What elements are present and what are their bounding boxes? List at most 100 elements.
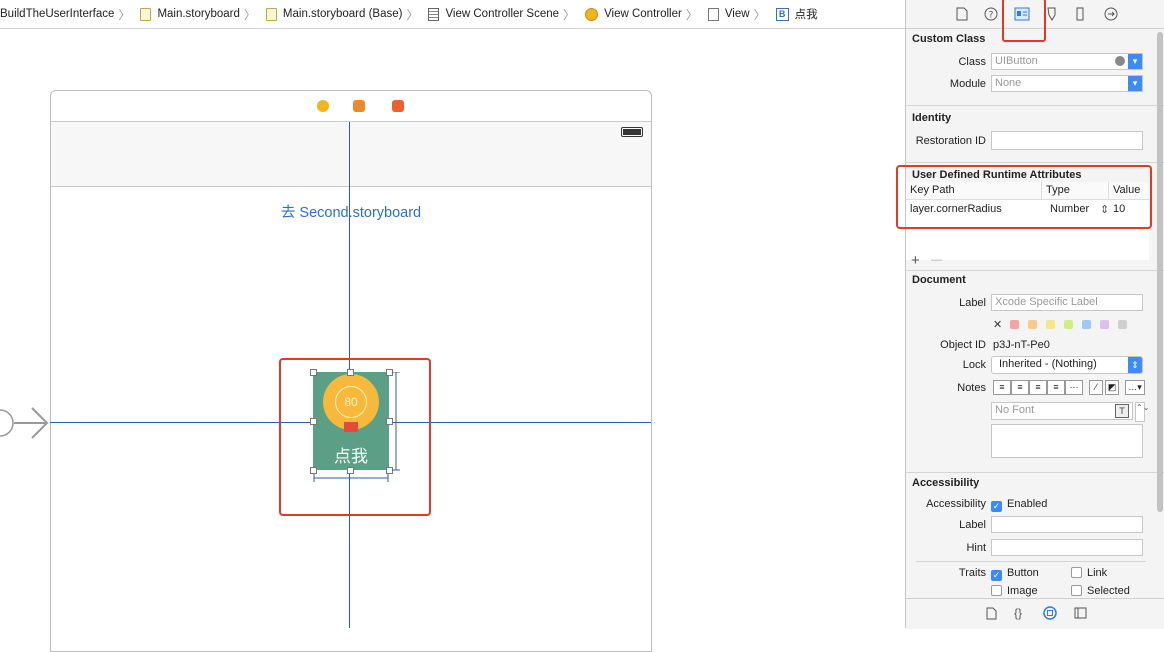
document-label-field[interactable]: Xcode Specific Label	[991, 294, 1143, 311]
checkbox-icon	[1071, 585, 1082, 596]
accessibility-hint-label: Hint	[966, 542, 986, 554]
class-combo-box[interactable]: UIButton ▾	[991, 53, 1143, 70]
module-label: Module	[949, 78, 986, 90]
enabled-label: Enabled	[1007, 498, 1048, 510]
green-label-swatch[interactable]	[1064, 320, 1073, 329]
red-label-swatch[interactable]	[1010, 320, 1019, 329]
breadcrumb-item-project[interactable]: BuildTheUserInterface 〉	[0, 6, 136, 23]
blue-label-swatch[interactable]	[1082, 320, 1091, 329]
align-justify-icon[interactable]: ≡	[1047, 380, 1065, 395]
storyboard-file-icon	[140, 7, 152, 21]
traits-label: Traits	[958, 567, 986, 579]
breadcrumb-label: View	[724, 8, 750, 20]
checkbox-icon	[1071, 567, 1082, 578]
checkmark-icon: ✓	[991, 570, 1002, 581]
second-storyboard-button[interactable]: 去 Second.storyboard	[51, 201, 651, 222]
scene-dock	[51, 91, 651, 122]
add-attribute-button[interactable]: +	[911, 252, 920, 269]
font-field[interactable]: No Font T	[991, 402, 1133, 420]
trait-label: Link	[1087, 567, 1108, 579]
lock-popup[interactable]: Inherited - (Nothing) ⇕	[991, 356, 1143, 374]
first-responder-icon[interactable]	[353, 100, 365, 112]
color-picker-icon[interactable]: ◩	[1105, 380, 1119, 395]
no-color-icon[interactable]: ⁄	[1089, 380, 1103, 395]
class-placeholder: UIButton	[995, 55, 1038, 67]
breadcrumb-label: 点我	[794, 9, 818, 21]
remove-attribute-button[interactable]: —	[931, 254, 942, 266]
breadcrumb-item-storyboard-base[interactable]: Main.storyboard (Base) 〉	[265, 6, 425, 23]
class-label: Class	[958, 56, 986, 68]
section-divider	[916, 561, 1146, 562]
yellow-label-swatch[interactable]	[1046, 320, 1055, 329]
align-right-icon[interactable]: ≡	[1029, 380, 1047, 395]
breadcrumb-item-scene[interactable]: View Controller Scene 〉	[428, 6, 581, 23]
trait-button-checkbox[interactable]: ✓ Button	[991, 567, 1039, 581]
chevron-right-icon: 〉	[118, 7, 131, 22]
gray-label-swatch[interactable]	[1118, 320, 1127, 329]
purple-label-swatch[interactable]	[1100, 320, 1109, 329]
accessibility-label-label: Label	[959, 519, 986, 531]
breadcrumb-label: Main.storyboard (Base)	[282, 8, 403, 20]
status-bar-area	[51, 122, 651, 187]
more-options-icon[interactable]: …▾	[1125, 380, 1145, 395]
object-id-label: Object ID	[940, 339, 986, 351]
file-inspector-icon[interactable]	[956, 7, 968, 21]
align-left-icon[interactable]: ≡	[993, 380, 1011, 395]
restoration-id-field[interactable]	[991, 131, 1143, 150]
code-snippet-library-icon[interactable]: {}	[1014, 606, 1022, 620]
object-library-icon[interactable]	[1043, 606, 1057, 620]
lock-label: Lock	[962, 359, 986, 371]
chevron-right-icon: 〉	[563, 7, 576, 22]
breadcrumb-item-storyboard[interactable]: Main.storyboard 〉	[140, 6, 261, 23]
align-center-icon[interactable]: ≡	[1011, 380, 1029, 395]
accessibility-enabled-checkbox[interactable]: ✓ Enabled	[991, 498, 1047, 512]
section-divider	[906, 472, 1164, 473]
size-inspector-icon[interactable]	[1075, 7, 1085, 21]
notes-text-area[interactable]	[991, 424, 1143, 458]
module-placeholder: None	[995, 77, 1022, 89]
align-natural-icon[interactable]: ⋯	[1065, 380, 1083, 395]
breadcrumb-label: View Controller Scene	[445, 8, 560, 20]
breadcrumb-label: Main.storyboard	[157, 8, 240, 20]
chevron-right-icon: 〉	[406, 7, 419, 22]
breadcrumb-label: BuildTheUserInterface	[0, 8, 115, 20]
initial-view-controller-arrow-icon[interactable]	[0, 404, 50, 442]
attributes-inspector-icon[interactable]	[1045, 7, 1058, 21]
file-template-library-icon[interactable]	[986, 607, 997, 620]
scrollbar-thumb[interactable]	[1157, 32, 1163, 512]
notes-label: Notes	[957, 382, 986, 394]
scene-icon	[428, 7, 440, 21]
section-divider	[906, 270, 1164, 271]
go-to-class-icon[interactable]	[1115, 56, 1125, 66]
inspector-toolbar: ?	[906, 0, 1164, 42]
breadcrumb-item-view[interactable]: View 〉	[707, 6, 772, 23]
connections-inspector-icon[interactable]	[1104, 7, 1118, 21]
accessibility-label: Accessibility	[926, 498, 986, 510]
clear-color-label-icon[interactable]: ✕	[993, 318, 1002, 331]
breadcrumb: BuildTheUserInterface 〉 Main.storyboard 〉 …	[0, 0, 905, 29]
chevron-down-icon[interactable]: ▾	[1128, 54, 1142, 69]
chevron-updown-icon[interactable]: ⇕	[1128, 357, 1142, 373]
trait-label: Button	[1007, 567, 1039, 579]
orange-label-swatch[interactable]	[1028, 320, 1037, 329]
accessibility-label-field[interactable]	[991, 516, 1143, 533]
breadcrumb-item-view-controller[interactable]: View Controller 〉	[585, 6, 704, 23]
inspector-scrollbar[interactable]	[1157, 30, 1163, 600]
chevron-down-icon[interactable]: ▾	[1128, 76, 1142, 91]
quick-help-icon[interactable]: ?	[984, 7, 998, 21]
view-controller-icon	[585, 7, 599, 21]
module-combo-box[interactable]: None ▾	[991, 75, 1143, 92]
document-label-label: Label	[959, 297, 986, 309]
accessibility-hint-field[interactable]	[991, 539, 1143, 556]
trait-selected-checkbox[interactable]: Selected	[1071, 585, 1130, 597]
view-icon	[707, 7, 719, 21]
trait-image-checkbox[interactable]: Image	[991, 585, 1038, 597]
svg-text:?: ?	[989, 11, 994, 21]
breadcrumb-item-button[interactable]: B 点我	[775, 6, 818, 22]
font-picker-icon[interactable]: T	[1115, 404, 1129, 418]
exit-icon[interactable]	[392, 100, 404, 112]
view-controller-icon[interactable]	[317, 100, 329, 112]
media-library-icon[interactable]	[1074, 607, 1087, 619]
trait-link-checkbox[interactable]: Link	[1071, 567, 1107, 579]
font-size-stepper-icon[interactable]: ⌃⌄	[1135, 402, 1149, 422]
